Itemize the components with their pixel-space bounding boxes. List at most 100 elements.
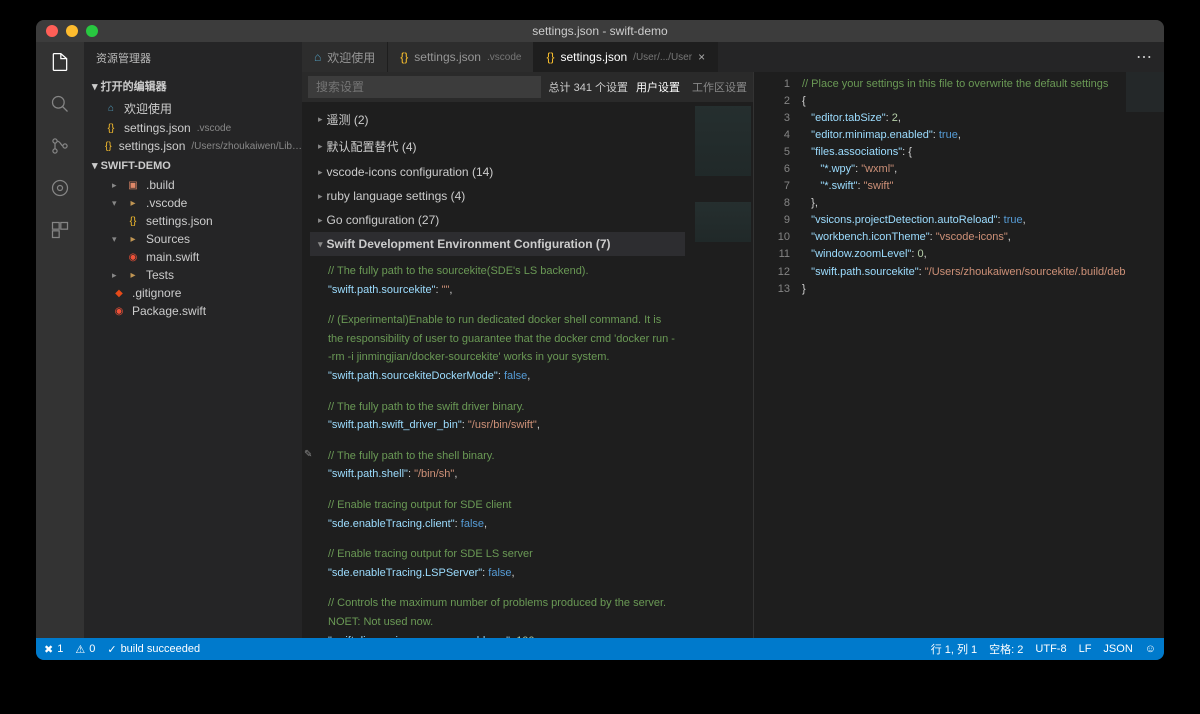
status-build[interactable]: ✓ build succeeded: [107, 643, 200, 656]
json-editor[interactable]: 12345678910111213 // Place your settings…: [754, 72, 1164, 638]
tree-item[interactable]: ▾▸Sources: [84, 230, 302, 248]
tree-item[interactable]: {}settings.json/Users/zhoukaiwen/Lib…: [84, 137, 302, 155]
edit-icon[interactable]: ✎: [304, 447, 312, 463]
open-editors-header[interactable]: ▾ 打开的编辑器: [84, 74, 302, 98]
file-icon: {}: [104, 121, 118, 135]
settings-panel: 总计 341 个设置 用户设置 工作区设置 遥测 (2)默认配置替代 (4)vs…: [302, 72, 754, 638]
code-content[interactable]: // Place your settings in this file to o…: [798, 72, 1164, 638]
settings-count: 总计 341 个设置: [549, 79, 628, 95]
close-icon[interactable]: ×: [698, 50, 705, 64]
settings-group[interactable]: 默认配置替代 (4): [310, 133, 685, 160]
tab-label: settings.json: [560, 50, 627, 64]
file-icon: ◉: [112, 304, 126, 318]
setting-item[interactable]: // The fully path to the swift driver bi…: [310, 392, 685, 441]
settings-search-input[interactable]: [308, 76, 541, 98]
tree-item-label: Sources: [146, 232, 190, 246]
status-eol[interactable]: LF: [1079, 643, 1092, 655]
editor-area: ⌂ 欢迎使用 {} settings.json .vscode {} settings.js…: [302, 42, 1164, 638]
tab-label: 欢迎使用: [327, 49, 375, 66]
editor-tab[interactable]: ⌂ 欢迎使用: [302, 42, 388, 72]
tree-item-label: Package.swift: [132, 304, 206, 318]
setting-item[interactable]: // The fully path to the sourcekite(SDE'…: [310, 256, 685, 305]
file-icon: ▸: [126, 196, 140, 210]
status-cursor[interactable]: 行 1, 列 1: [931, 641, 977, 657]
search-icon[interactable]: [48, 92, 72, 116]
tree-item-label: 欢迎使用: [124, 100, 172, 117]
file-icon: ⌂: [104, 102, 118, 116]
tree-item[interactable]: ▸▣.build: [84, 176, 302, 194]
file-icon: ◉: [126, 250, 140, 264]
scope-workspace[interactable]: 工作区设置: [692, 79, 747, 95]
line-gutter: 12345678910111213: [754, 72, 798, 638]
settings-group[interactable]: 遥测 (2): [310, 106, 685, 133]
settings-group[interactable]: Go configuration (27): [310, 208, 685, 232]
tab-path: .vscode: [487, 52, 521, 63]
tree-item-label: settings.json: [119, 139, 186, 153]
file-icon: ⌂: [314, 50, 321, 64]
settings-group[interactable]: vscode-icons configuration (14): [310, 160, 685, 184]
status-feedback-icon[interactable]: ☺: [1145, 643, 1156, 655]
setting-item[interactable]: // Enable tracing output for SDE client"…: [310, 490, 685, 539]
window-title: settings.json - swift-demo: [532, 24, 667, 38]
sidebar-title: 资源管理器: [84, 42, 302, 74]
tree-item-label: settings.json: [124, 121, 191, 135]
file-icon: {}: [400, 50, 408, 64]
tree-item[interactable]: ⌂ 欢迎使用: [84, 98, 302, 119]
window-controls: [46, 25, 98, 37]
file-icon: ▸: [126, 232, 140, 246]
file-icon: ◆: [112, 286, 126, 300]
editor-minimap: [1126, 72, 1164, 112]
tab-label: settings.json: [414, 50, 481, 64]
tree-item-label: settings.json: [146, 214, 213, 228]
status-encoding[interactable]: UTF-8: [1035, 643, 1066, 655]
project-tree: ▸▣.build▾▸.vscode{}settings.json▾▸Source…: [84, 176, 302, 320]
status-bar: ✖ 1 ⚠ 0 ✓ build succeeded 行 1, 列 1 空格: 2…: [36, 638, 1164, 660]
settings-group[interactable]: ruby language settings (4): [310, 184, 685, 208]
setting-item[interactable]: ✎// The fully path to the shell binary."…: [310, 441, 685, 490]
close-icon[interactable]: [46, 25, 58, 37]
setting-item[interactable]: // Controls the maximum number of proble…: [310, 588, 685, 638]
more-icon[interactable]: ⋯: [1136, 47, 1154, 67]
maximize-icon[interactable]: [86, 25, 98, 37]
settings-list[interactable]: 遥测 (2)默认配置替代 (4)vscode-icons configurati…: [302, 102, 693, 638]
tree-item[interactable]: ◉main.swift: [84, 248, 302, 266]
settings-search-row: 总计 341 个设置 用户设置 工作区设置: [302, 72, 753, 102]
tree-item-label: .gitignore: [132, 286, 181, 300]
tree-item-label: .vscode: [146, 196, 187, 210]
settings-minimap: [693, 102, 753, 638]
project-header[interactable]: ▾ SWIFT-DEMO: [84, 155, 302, 176]
vscode-window: settings.json - swift-demo 资源管理器 ▾ 打开的编辑…: [36, 20, 1164, 660]
tab-bar: ⌂ 欢迎使用 {} settings.json .vscode {} settings.js…: [302, 42, 1164, 72]
tree-item[interactable]: ▾▸.vscode: [84, 194, 302, 212]
status-lang[interactable]: JSON: [1103, 643, 1132, 655]
setting-item[interactable]: // (Experimental)Enable to run dedicated…: [310, 305, 685, 391]
tree-item-path: /Users/zhoukaiwen/Lib…: [191, 141, 302, 152]
file-icon: {}: [546, 50, 554, 64]
tree-item[interactable]: {} settings.json .vscode: [84, 119, 302, 137]
editor-tab[interactable]: {} settings.json/User/.../User ×: [534, 42, 718, 72]
status-errors[interactable]: ✖ 1: [44, 643, 63, 656]
file-icon: {}: [126, 214, 140, 228]
debug-icon[interactable]: [48, 176, 72, 200]
open-editors-list: ⌂欢迎使用{}settings.json.vscode{}settings.js…: [84, 98, 302, 155]
status-indent[interactable]: 空格: 2: [989, 641, 1023, 657]
source-control-icon[interactable]: [48, 134, 72, 158]
settings-group[interactable]: Swift Development Environment Configurat…: [310, 232, 685, 256]
setting-item[interactable]: // Enable tracing output for SDE LS serv…: [310, 539, 685, 588]
tab-path: /User/.../User: [633, 52, 692, 63]
tree-item[interactable]: ◉ Package.swift: [84, 302, 302, 320]
minimize-icon[interactable]: [66, 25, 78, 37]
extensions-icon[interactable]: [48, 218, 72, 242]
explorer-icon[interactable]: [48, 50, 72, 74]
scope-user[interactable]: 用户设置: [636, 79, 680, 95]
tree-item[interactable]: ◆ .gitignore: [84, 284, 302, 302]
status-warnings[interactable]: ⚠ 0: [75, 643, 95, 656]
file-icon: ▣: [126, 178, 140, 192]
activity-bar: [36, 42, 84, 638]
file-icon: ▸: [126, 268, 140, 282]
tree-item-path: .vscode: [197, 123, 231, 134]
tree-item[interactable]: {} settings.json: [84, 212, 302, 230]
editor-tab[interactable]: {} settings.json .vscode: [388, 42, 534, 72]
settings-scope-tabs: 用户设置 工作区设置: [636, 79, 747, 95]
tree-item[interactable]: ▸▸Tests: [84, 266, 302, 284]
